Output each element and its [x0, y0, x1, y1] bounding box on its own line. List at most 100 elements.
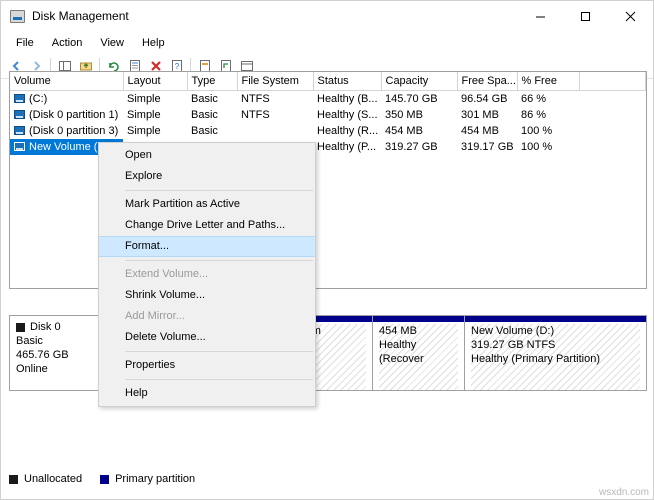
context-menu-item-help[interactable]: Help — [99, 383, 315, 404]
context-menu-separator — [125, 351, 313, 352]
table-row[interactable]: (Disk 0 partition 1) Simple Basic NTFS H… — [10, 107, 646, 123]
cell-volume: (Disk 0 partition 3) — [10, 123, 123, 139]
column-header-free-space[interactable]: Free Spa... — [457, 72, 518, 91]
partition-size: 454 MB — [379, 325, 417, 337]
cell-capacity: 350 MB — [385, 109, 423, 121]
partition-size: 319.27 GB NTFS — [471, 339, 556, 351]
column-header-percent-free[interactable]: % Free — [517, 72, 580, 91]
cell-file-system: NTFS — [241, 109, 270, 121]
cell-free-space: 454 MB — [461, 125, 499, 137]
cell-capacity: 454 MB — [385, 125, 423, 137]
partition-bar — [373, 316, 464, 322]
cell-filler — [579, 91, 646, 108]
menu-item-action[interactable]: Action — [43, 34, 92, 52]
column-header-type[interactable]: Type — [187, 72, 238, 91]
context-menu-item-open[interactable]: Open — [99, 145, 315, 166]
volume-icon — [14, 142, 25, 151]
column-header-status[interactable]: Status — [313, 72, 382, 91]
partition-block[interactable]: 454 MB Healthy (Recover — [373, 315, 465, 391]
cell-filler — [579, 107, 646, 123]
cell-capacity: 145.70 GB — [385, 93, 438, 105]
context-menu-item-properties[interactable]: Properties — [99, 355, 315, 376]
column-header-volume[interactable]: Volume — [10, 72, 124, 91]
cell-status: Healthy (S... — [317, 109, 378, 121]
watermark: wsxdn.com — [598, 487, 649, 498]
context-menu[interactable]: Open Explore Mark Partition as Active Ch… — [98, 142, 316, 407]
legend-item-unallocated: Unallocated — [9, 473, 82, 485]
menu-item-help[interactable]: Help — [133, 34, 174, 52]
cell-filler — [579, 139, 646, 155]
cell-volume: (C:) — [10, 91, 123, 108]
partition-body: 454 MB Healthy (Recover — [379, 324, 458, 390]
cell-type: Basic — [191, 93, 218, 105]
context-menu-item-format[interactable]: Format... — [99, 236, 315, 257]
context-menu-item-change-drive-letter-and-paths[interactable]: Change Drive Letter and Paths... — [99, 215, 315, 236]
partition-body: New Volume (D:) 319.27 GB NTFS Healthy (… — [471, 324, 640, 390]
menu-item-view[interactable]: View — [91, 34, 133, 52]
menu-bar: File Action View Help — [1, 32, 653, 54]
context-menu-item-delete-volume[interactable]: Delete Volume... — [99, 327, 315, 348]
context-menu-item-extend-volume: Extend Volume... — [125, 268, 209, 280]
disk-management-window: Disk Management File Action View Help ? … — [0, 0, 654, 500]
cell-percent-free: 100 % — [521, 141, 553, 153]
context-menu-item-explore[interactable]: Explore — [99, 166, 315, 187]
menu-item-file[interactable]: File — [7, 34, 43, 52]
cell-status: Healthy (R... — [317, 125, 379, 137]
cell-file-system: NTFS — [241, 93, 270, 105]
cell-layout: Simple — [127, 125, 161, 137]
context-menu-item-add-mirror: Add Mirror... — [125, 310, 185, 322]
table-row[interactable]: (C:) Simple Basic NTFS Healthy (B... 145… — [10, 91, 646, 108]
partition-block[interactable]: New Volume (D:) 319.27 GB NTFS Healthy (… — [465, 315, 647, 391]
context-menu-separator — [125, 190, 313, 191]
cell-layout: Simple — [127, 109, 161, 121]
disk-swatch-icon — [16, 322, 25, 332]
minimize-button[interactable] — [518, 1, 563, 31]
cell-capacity: 319.27 GB — [385, 141, 438, 153]
window-controls — [518, 1, 653, 31]
cell-free-space: 319.17 GB — [461, 141, 514, 153]
cell-status: Healthy (B... — [317, 93, 378, 105]
volume-icon — [14, 126, 25, 135]
context-menu-item-mark-partition-as-active[interactable]: Mark Partition as Active — [99, 194, 315, 215]
close-button[interactable] — [608, 1, 653, 31]
volume-icon — [14, 110, 25, 119]
cell-percent-free: 66 % — [521, 93, 547, 105]
cell-volume: (Disk 0 partition 1) — [10, 107, 123, 123]
maximize-button[interactable] — [563, 1, 608, 31]
primary-partition-swatch-icon — [100, 474, 110, 484]
column-header-filler — [579, 72, 646, 91]
cell-type: Basic — [191, 125, 218, 137]
cell-filler — [579, 123, 646, 139]
cell-file-system — [237, 123, 313, 139]
column-header-capacity[interactable]: Capacity — [381, 72, 458, 91]
context-menu-separator — [125, 260, 313, 261]
column-header-layout[interactable]: Layout — [123, 72, 188, 91]
svg-text:?: ? — [174, 62, 179, 71]
context-menu-item-shrink-volume[interactable]: Shrink Volume... — [99, 285, 315, 306]
disk-name: Disk 0 — [30, 321, 61, 333]
partition-status: Healthy (Primary Partition) — [471, 353, 600, 365]
volume-icon — [14, 94, 25, 103]
cell-percent-free: 100 % — [521, 125, 553, 137]
legend: Unallocated Primary partition — [9, 473, 213, 485]
legend-label: Unallocated — [24, 473, 83, 485]
cell-percent-free: 86 % — [521, 109, 547, 121]
cell-free-space: 96.54 GB — [461, 93, 508, 105]
disk-management-icon — [9, 8, 25, 24]
column-header-file-system[interactable]: File System — [237, 72, 314, 91]
partition-title: New Volume (D:) — [471, 325, 555, 337]
cell-free-space: 301 MB — [461, 109, 499, 121]
legend-label: Primary partition — [115, 473, 196, 485]
window-title: Disk Management — [32, 9, 129, 23]
cell-status: Healthy (P... — [317, 141, 377, 153]
table-row[interactable]: (Disk 0 partition 3) Simple Basic Health… — [10, 123, 646, 139]
cell-type: Basic — [191, 109, 218, 121]
legend-item-primary-partition: Primary partition — [100, 473, 195, 485]
partition-status: Healthy (Recover — [379, 339, 424, 365]
cell-layout: Simple — [127, 93, 161, 105]
title-bar: Disk Management — [1, 1, 653, 32]
partition-bar — [465, 316, 646, 322]
unallocated-swatch-icon — [9, 474, 18, 484]
volume-table-header: Volume Layout Type File System Status Ca… — [10, 72, 646, 91]
context-menu-separator — [125, 379, 313, 380]
